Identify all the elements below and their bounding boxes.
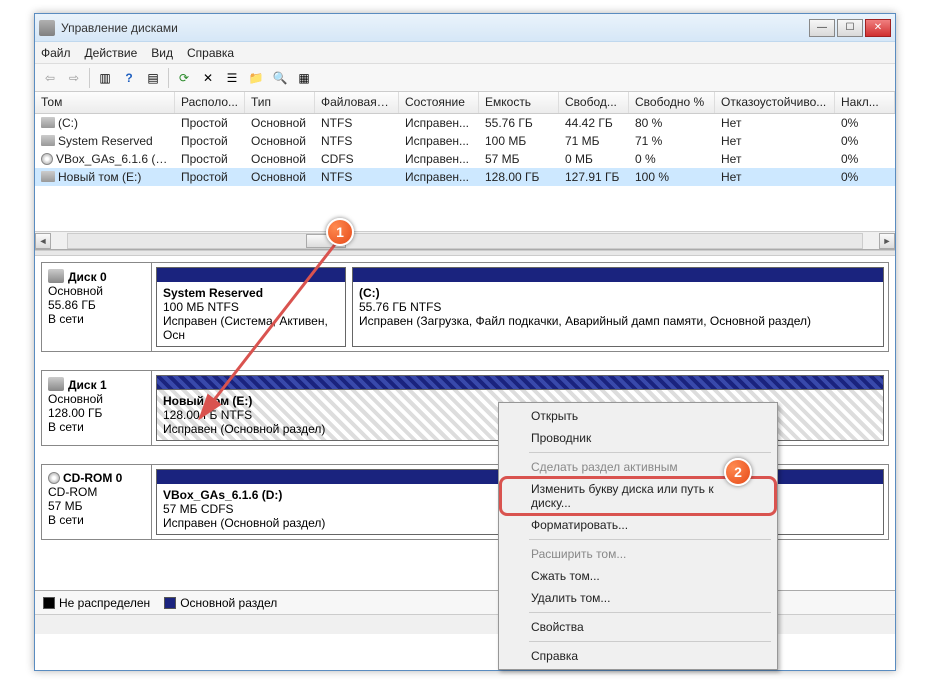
col-overhead[interactable]: Накл...	[835, 92, 895, 113]
ctx-explorer[interactable]: Проводник	[501, 427, 775, 449]
disk-0-row[interactable]: Диск 0 Основной 55.86 ГБ В сети System R…	[41, 262, 889, 352]
table-row[interactable]: (C:)ПростойОсновнойNTFSИсправен...55.76 …	[35, 114, 895, 132]
col-type[interactable]: Тип	[245, 92, 315, 113]
app-icon	[39, 20, 55, 36]
ctx-extend: Расширить том...	[501, 543, 775, 565]
properties-icon[interactable]: ☰	[221, 67, 243, 89]
col-free[interactable]: Свобод...	[559, 92, 629, 113]
ctx-shrink[interactable]: Сжать том...	[501, 565, 775, 587]
table-row[interactable]: System ReservedПростойОсновнойNTFSИсправ…	[35, 132, 895, 150]
annotation-badge-2: 2	[724, 458, 752, 486]
menubar: Файл Действие Вид Справка	[35, 42, 895, 64]
annotation-badge-1: 1	[326, 218, 354, 246]
col-fault[interactable]: Отказоустойчиво...	[715, 92, 835, 113]
ctx-open[interactable]: Открыть	[501, 405, 775, 427]
toolbar: ⇦ ⇨ ▥ ? ▤ ⟳ ✕ ☰ 📁 🔍 ▦	[35, 64, 895, 92]
menu-file[interactable]: Файл	[41, 46, 71, 60]
forward-icon: ⇨	[63, 67, 85, 89]
settings-icon[interactable]: ▦	[293, 67, 315, 89]
menu-help[interactable]: Справка	[187, 46, 234, 60]
table-row[interactable]: Новый том (E:)ПростойОсновнойNTFSИсправе…	[35, 168, 895, 186]
maximize-button[interactable]: ☐	[837, 19, 863, 37]
ctx-properties[interactable]: Свойства	[501, 616, 775, 638]
partition-c[interactable]: (C:) 55.76 ГБ NTFS Исправен (Загрузка, Ф…	[352, 267, 884, 347]
show-hide-tree-icon[interactable]: ▥	[94, 67, 116, 89]
legend-swatch-unallocated	[43, 597, 55, 609]
col-volume[interactable]: Том	[35, 92, 175, 113]
horizontal-scrollbar[interactable]: ◄ ►	[35, 231, 895, 249]
scroll-left-icon[interactable]: ◄	[35, 233, 51, 249]
context-menu: Открыть Проводник Сделать раздел активны…	[498, 402, 778, 670]
list-rows: (C:)ПростойОсновнойNTFSИсправен...55.76 …	[35, 114, 895, 231]
ctx-help[interactable]: Справка	[501, 645, 775, 667]
search-icon[interactable]: 🔍	[269, 67, 291, 89]
ctx-format[interactable]: Форматировать...	[501, 514, 775, 536]
legend-swatch-primary	[164, 597, 176, 609]
refresh-icon[interactable]: ⟳	[173, 67, 195, 89]
ctx-delete[interactable]: Удалить том...	[501, 587, 775, 609]
table-row[interactable]: VBox_GAs_6.1.6 (D:)ПростойОсновнойCDFSИс…	[35, 150, 895, 168]
close-button[interactable]: ✕	[865, 19, 891, 37]
window-title: Управление дисками	[61, 21, 809, 35]
col-fs[interactable]: Файловая с...	[315, 92, 399, 113]
drive-icon	[41, 117, 55, 128]
scroll-right-icon[interactable]: ►	[879, 233, 895, 249]
disk-icon	[48, 269, 64, 283]
cd-icon	[48, 472, 60, 484]
cd-icon	[41, 153, 53, 165]
list-header: Том Располо... Тип Файловая с... Состоян…	[35, 92, 895, 114]
drive-icon	[41, 135, 55, 146]
titlebar[interactable]: Управление дисками — ☐ ✕	[35, 14, 895, 42]
col-freepct[interactable]: Свободно %	[629, 92, 715, 113]
folder-icon[interactable]: 📁	[245, 67, 267, 89]
col-capacity[interactable]: Емкость	[479, 92, 559, 113]
list-bottom-icon[interactable]: ▤	[142, 67, 164, 89]
delete-icon[interactable]: ✕	[197, 67, 219, 89]
minimize-button[interactable]: —	[809, 19, 835, 37]
disk-icon	[48, 377, 64, 391]
drive-icon	[41, 171, 55, 182]
back-icon: ⇦	[39, 67, 61, 89]
help-icon[interactable]: ?	[118, 67, 140, 89]
col-layout[interactable]: Располо...	[175, 92, 245, 113]
volume-list: Том Располо... Тип Файловая с... Состоян…	[35, 92, 895, 250]
menu-view[interactable]: Вид	[151, 46, 173, 60]
partition-system-reserved[interactable]: System Reserved 100 МБ NTFS Исправен (Си…	[156, 267, 346, 347]
menu-action[interactable]: Действие	[85, 46, 138, 60]
col-status[interactable]: Состояние	[399, 92, 479, 113]
